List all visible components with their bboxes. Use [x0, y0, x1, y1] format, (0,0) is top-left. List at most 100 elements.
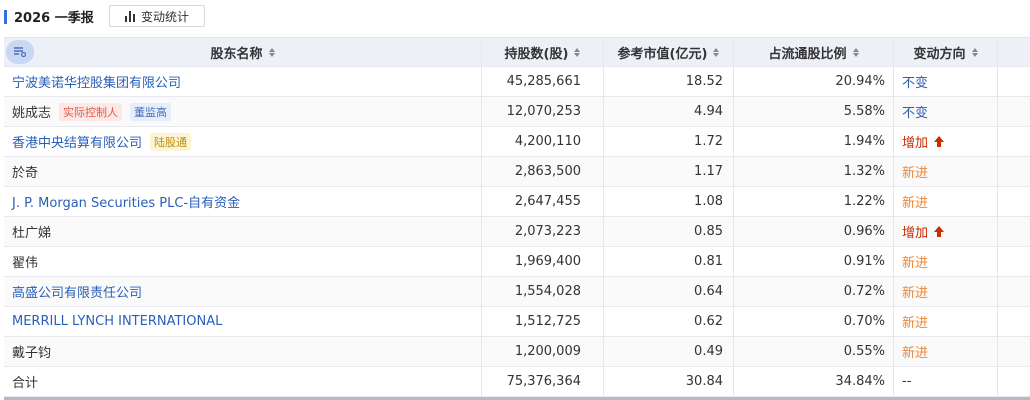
shares-cell: 4,200,110 [482, 127, 604, 156]
up-arrow-icon [934, 225, 945, 238]
report-period-title: 2026 一季报 [14, 11, 94, 26]
float-ratio-cell: 0.91% [734, 247, 894, 276]
row-spacer [998, 217, 1030, 246]
float-ratio-cell: 1.32% [734, 157, 894, 186]
float-ratio-cell: 0.96% [734, 217, 894, 246]
change-direction-label: 新进 [902, 286, 929, 301]
change-direction-label: 增加 [902, 226, 929, 241]
shares-cell: 2,073,223 [482, 217, 604, 246]
shareholder-name-cell: 香港中央结算有限公司 陆股通 [4, 127, 482, 156]
row-spacer [998, 277, 1030, 306]
change-statistics-label: 变动统计 [140, 9, 189, 24]
column-header-shares[interactable]: 持股数(股) [482, 38, 604, 66]
sort-icon[interactable] [574, 47, 581, 57]
sort-icon[interactable] [713, 47, 720, 57]
shareholder-tag: 实际控制人 [59, 102, 123, 121]
shares-cell: 1,554,028 [482, 277, 604, 306]
change-direction-cell: 新进 [894, 337, 998, 366]
row-spacer [998, 157, 1030, 186]
shares-cell: 45,285,661 [482, 67, 604, 96]
table-body: 宁波美诺华控股集团有限公司 45,285,661 18.52 20.94% 不变 姚成志实… [4, 67, 1030, 397]
shares-cell: 12,070,253 [482, 97, 604, 126]
market-value-cell: 0.62 [604, 307, 734, 336]
sort-icon[interactable] [268, 47, 275, 57]
table-row: 杜广娣 2,073,223 0.85 0.96% 增加 [4, 217, 1030, 247]
bar-chart-icon [124, 10, 135, 22]
shareholder-name-cell: 戴子钧 [4, 337, 482, 366]
column-header-ratio[interactable]: 占流通股比例 [734, 38, 894, 66]
shareholder-tag: 董监高 [130, 102, 172, 121]
shares-cell: 1,969,400 [482, 247, 604, 276]
change-direction-label: 新进 [902, 166, 929, 181]
shareholder-name: 杜广娣 [12, 226, 52, 241]
shareholder-name[interactable]: MERRILL LYNCH INTERNATIONAL [12, 314, 222, 329]
market-value-cell: 0.64 [604, 277, 734, 306]
table-row: 宁波美诺华控股集团有限公司 45,285,661 18.52 20.94% 不变 [4, 67, 1030, 97]
shareholder-name-cell: MERRILL LYNCH INTERNATIONAL [4, 307, 482, 336]
shareholder-name-cell: 高盛公司有限责任公司 [4, 277, 482, 306]
column-label: 持股数(股) [504, 46, 569, 62]
shareholder-name: 戴子钧 [12, 346, 52, 361]
shareholder-name[interactable]: 宁波美诺华控股集团有限公司 [12, 72, 181, 91]
shareholder-name-cell: 於奇 [4, 157, 482, 186]
column-header-name[interactable]: 股东名称 [4, 38, 482, 66]
column-label: 变动方向 [913, 46, 966, 62]
column-label: 股东名称 [210, 46, 263, 62]
table-row: 姚成志 实际控制人 董监高 12,070,253 4.94 5.58% 不变 [4, 97, 1030, 127]
market-value-cell: 0.49 [604, 337, 734, 366]
change-direction-cell: 增加 [894, 217, 998, 246]
table-row: 於奇 2,863,500 1.17 1.32% 新进 [4, 157, 1030, 187]
sort-icon[interactable] [852, 47, 859, 57]
shareholder-name[interactable]: 香港中央结算有限公司 [12, 132, 142, 151]
shareholder-name: 於奇 [12, 166, 39, 181]
shareholder-table: 股东名称 持股数(股) 参考市值(亿元) 占流通股比例 变动方向 宁波美诺华控股… [4, 37, 1030, 397]
change-direction-label: 不变 [902, 76, 929, 91]
shareholder-name[interactable]: J. P. Morgan Securities PLC-自有资金 [12, 192, 240, 211]
section-header: 2026 一季报 变动统计 [0, 0, 1030, 32]
change-direction-cell: 新进 [894, 187, 998, 216]
market-value-cell: 18.52 [604, 67, 734, 96]
table-row: MERRILL LYNCH INTERNATIONAL 1,512,725 0.62… [4, 307, 1030, 337]
total-direction: -- [894, 367, 998, 396]
row-spacer [998, 127, 1030, 156]
filter-list-icon[interactable] [6, 40, 34, 64]
market-value-cell: 1.17 [604, 157, 734, 186]
sort-icon[interactable] [971, 47, 978, 57]
change-direction-cell: 增加 [894, 127, 998, 156]
table-row: 高盛公司有限责任公司 1,554,028 0.64 0.72% 新进 [4, 277, 1030, 307]
float-ratio-cell: 5.58% [734, 97, 894, 126]
row-spacer [998, 367, 1030, 396]
total-market-value: 30.84 [604, 367, 734, 396]
float-ratio-cell: 0.72% [734, 277, 894, 306]
table-header: 股东名称 持股数(股) 参考市值(亿元) 占流通股比例 变动方向 [4, 37, 1030, 67]
shareholder-name-cell: 姚成志 实际控制人 董监高 [4, 97, 482, 126]
accent-bar [4, 10, 7, 24]
shares-cell: 1,512,725 [482, 307, 604, 336]
shareholder-name: 姚成志 [12, 106, 52, 121]
change-direction-cell: 不变 [894, 67, 998, 96]
column-label: 占流通股比例 [768, 46, 847, 62]
table-total-row: 合计 75,376,364 30.84 34.84% -- [4, 367, 1030, 397]
change-direction-cell: 新进 [894, 157, 998, 186]
total-float-ratio: 34.84% [734, 367, 894, 396]
float-ratio-cell: 0.70% [734, 307, 894, 336]
market-value-cell: 0.81 [604, 247, 734, 276]
change-direction-label: 不变 [902, 106, 929, 121]
table-row: 香港中央结算有限公司 陆股通 4,200,110 1.72 1.94% 增加 [4, 127, 1030, 157]
total-shares: 75,376,364 [482, 367, 604, 396]
change-direction-cell: 不变 [894, 97, 998, 126]
column-header-direction[interactable]: 变动方向 [894, 38, 998, 66]
shares-cell: 2,647,455 [482, 187, 604, 216]
shareholder-name-cell: 翟伟 [4, 247, 482, 276]
shareholder-name-cell: 宁波美诺华控股集团有限公司 [4, 67, 482, 96]
column-header-spacer [998, 38, 1030, 66]
change-statistics-button[interactable]: 变动统计 [109, 5, 205, 27]
shareholder-name: 翟伟 [12, 256, 39, 271]
column-header-value[interactable]: 参考市值(亿元) [604, 38, 734, 66]
shareholder-name[interactable]: 高盛公司有限责任公司 [12, 282, 142, 301]
row-spacer [998, 187, 1030, 216]
float-ratio-cell: 1.94% [734, 127, 894, 156]
change-direction-label: 新进 [902, 316, 929, 331]
shareholder-name-cell: 杜广娣 [4, 217, 482, 246]
change-direction-cell: 新进 [894, 277, 998, 306]
